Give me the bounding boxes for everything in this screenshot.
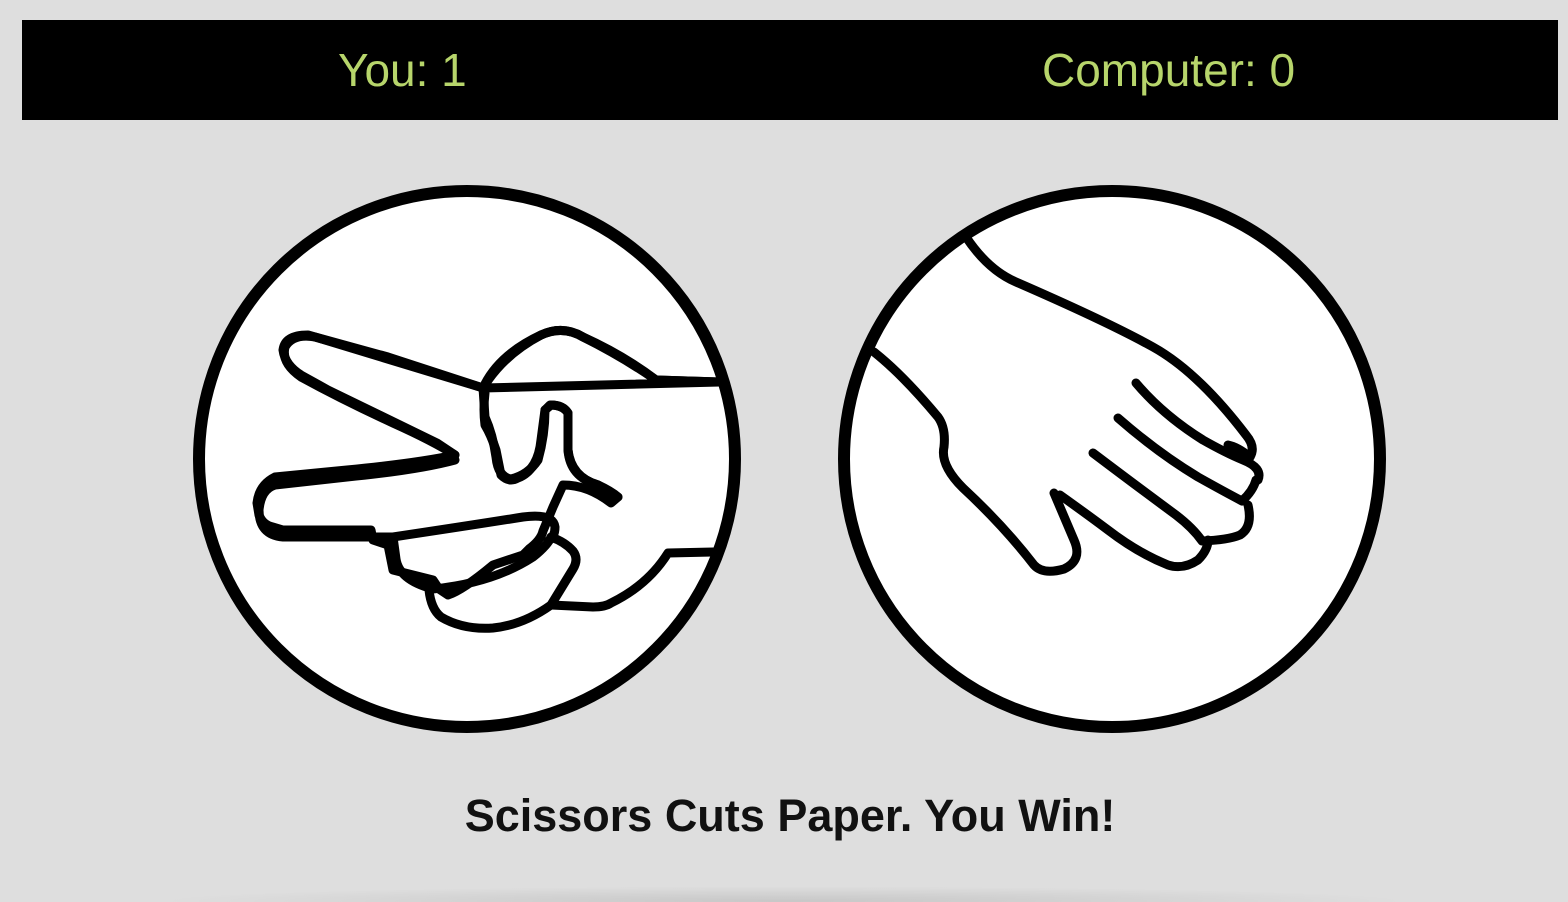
scissors-hand-icon <box>193 185 741 733</box>
user-choice-badge[interactable] <box>193 185 741 733</box>
computer-score: Computer: 0 <box>1042 44 1296 96</box>
game-screen: You: 1 Computer: 0 Scissors Cuts Paper. … <box>0 0 1568 902</box>
computer-choice-badge[interactable] <box>838 185 1386 733</box>
floor-shadow <box>150 886 1418 902</box>
user-score: You: 1 <box>338 44 467 96</box>
result-message: Scissors Cuts Paper. You Win! <box>464 790 1116 841</box>
paper-hand-icon <box>838 185 1386 733</box>
scoreboard: You: 1 Computer: 0 <box>22 20 1558 120</box>
